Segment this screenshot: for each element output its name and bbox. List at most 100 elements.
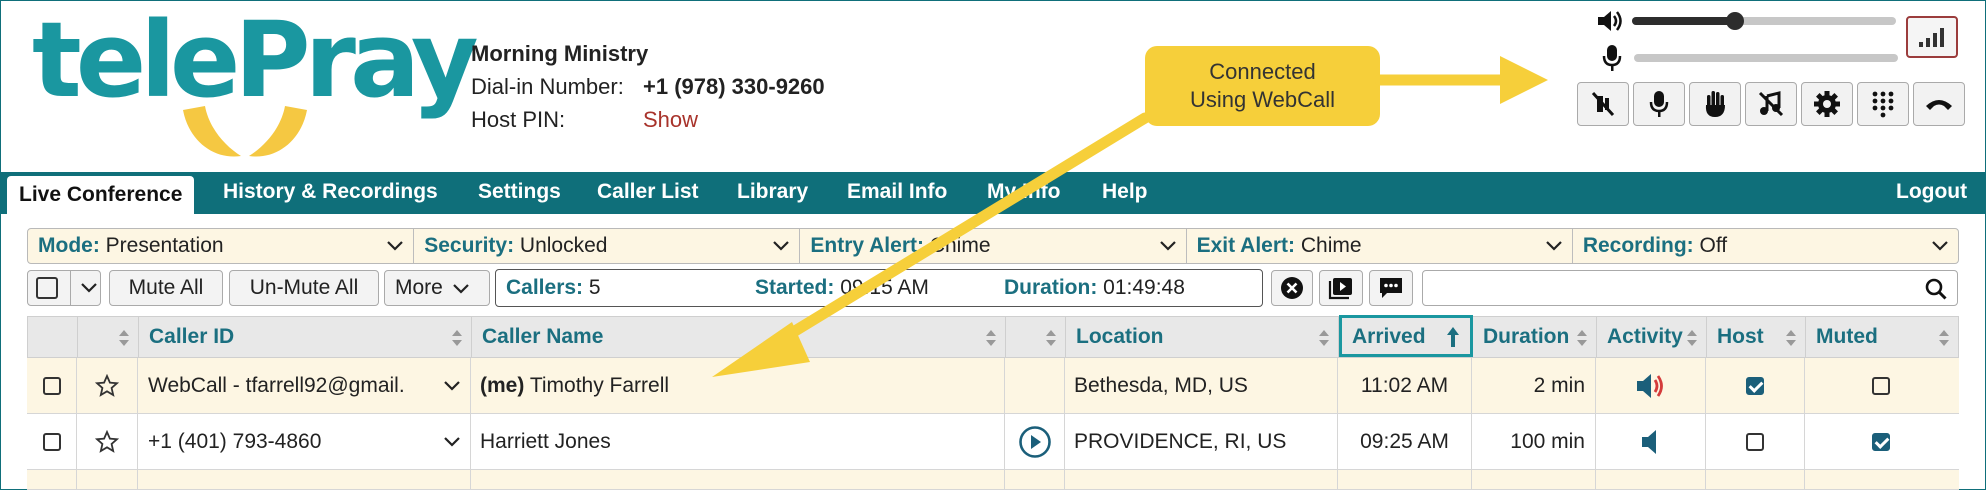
- header-activity[interactable]: Activity: [1597, 317, 1707, 357]
- sort-icon: [452, 330, 462, 346]
- call-duration: 100 min: [1510, 430, 1585, 453]
- microphone-button[interactable]: [1633, 82, 1685, 126]
- header-duration[interactable]: Duration: [1473, 317, 1597, 357]
- divider: [69, 271, 71, 306]
- header-caller-name[interactable]: Caller Name: [472, 317, 1006, 357]
- tab-live-conference[interactable]: Live Conference: [7, 176, 195, 214]
- arrived-cell: [1338, 470, 1472, 489]
- music-off-button[interactable]: [1745, 82, 1797, 126]
- security-select[interactable]: Security: Unlocked: [414, 229, 801, 263]
- row-select-cell: [27, 358, 77, 413]
- connection-quality-button[interactable]: [1906, 16, 1958, 58]
- microphone-icon: [1602, 45, 1622, 71]
- caller-id: WebCall - tfarrell92@gmail.: [148, 374, 405, 397]
- chevron-down-icon: [387, 241, 403, 251]
- header-arrived[interactable]: Arrived: [1339, 315, 1473, 357]
- hang-up-button[interactable]: [1913, 82, 1965, 126]
- tab-settings[interactable]: Settings: [478, 180, 561, 204]
- raise-hand-button[interactable]: [1689, 82, 1741, 126]
- star-icon[interactable]: [94, 374, 120, 398]
- chat-icon: [1380, 278, 1402, 298]
- header-muted[interactable]: Muted: [1806, 317, 1958, 357]
- header-location[interactable]: Location: [1066, 317, 1339, 357]
- select-all-control: [27, 270, 101, 306]
- callers-label: Callers:: [506, 276, 584, 299]
- more-menu-button[interactable]: More: [384, 270, 490, 306]
- select-all-checkbox[interactable]: [36, 277, 58, 300]
- teleprey-logo[interactable]: telePray: [30, 0, 479, 160]
- chevron-down-icon[interactable]: [80, 283, 97, 294]
- chevron-down-icon: [1932, 241, 1948, 251]
- tab-history-recordings[interactable]: History & Recordings: [223, 180, 438, 204]
- table-row[interactable]: +1 (401) 793-4860 Harriett Jones PROVIDE…: [27, 414, 1959, 470]
- mute-callers-button[interactable]: [1577, 82, 1629, 126]
- chat-button[interactable]: [1369, 270, 1413, 306]
- caller-search-input[interactable]: [1429, 275, 1913, 303]
- tab-caller-list[interactable]: Caller List: [597, 180, 699, 204]
- show-pin-link[interactable]: Show: [643, 103, 698, 136]
- host-checkbox[interactable]: [1746, 433, 1764, 452]
- entry-alert-select[interactable]: Entry Alert: Chime: [800, 229, 1187, 263]
- speaker-icon: [1598, 11, 1622, 31]
- mute-all-button[interactable]: Mute All: [109, 270, 223, 306]
- playback-cell: [1005, 358, 1065, 413]
- playback-cell: [1005, 470, 1065, 489]
- row-checkbox[interactable]: [42, 433, 61, 452]
- muted-checkbox[interactable]: [1872, 433, 1890, 452]
- chevron-down-icon: [1546, 241, 1562, 251]
- caller-id-cell[interactable]: +1 (401) 793-4860: [138, 414, 471, 469]
- star-icon[interactable]: [94, 430, 120, 454]
- speaker-volume-control[interactable]: [1596, 8, 1896, 34]
- header-select-column: [28, 317, 78, 357]
- tab-email-info[interactable]: Email Info: [847, 180, 947, 204]
- exit-alert-select[interactable]: Exit Alert: Chime: [1187, 229, 1573, 263]
- host-checkbox[interactable]: [1746, 377, 1764, 396]
- unmute-all-button[interactable]: Un-Mute All: [229, 270, 379, 306]
- call-toolbar: [1577, 82, 1969, 126]
- settings-button[interactable]: [1801, 82, 1853, 126]
- search-icon[interactable]: [1925, 278, 1947, 300]
- play-circle-icon[interactable]: [1018, 425, 1052, 459]
- speaker-volume-slider[interactable]: [1632, 12, 1896, 30]
- caller-name: Harriett Jones: [480, 430, 611, 453]
- caller-id-cell[interactable]: WebCall - tfarrell92@gmail.: [138, 358, 471, 413]
- callers-table: Caller ID Caller Name Location Arrived D…: [27, 315, 1959, 490]
- call-duration: 2 min: [1533, 374, 1585, 397]
- tab-help[interactable]: Help: [1102, 180, 1148, 204]
- logout-link[interactable]: Logout: [1896, 180, 1967, 204]
- table-row[interactable]: [27, 470, 1959, 490]
- muted-cell: [1805, 414, 1957, 469]
- sort-ascending-icon: [1447, 327, 1459, 347]
- mode-select[interactable]: Mode: Presentation: [28, 229, 415, 263]
- end-conference-button[interactable]: [1271, 270, 1313, 306]
- mic-volume-control[interactable]: [1600, 43, 1898, 73]
- sort-icon: [1319, 330, 1329, 346]
- tab-my-info[interactable]: My Info: [987, 180, 1061, 204]
- recording-select[interactable]: Recording: Off: [1573, 229, 1958, 263]
- signal-strength-icon: [1919, 28, 1944, 47]
- sort-icon: [1687, 330, 1697, 346]
- chevron-down-icon[interactable]: [444, 437, 460, 447]
- playlist-button[interactable]: [1319, 270, 1363, 306]
- mode-value: Presentation: [105, 234, 224, 257]
- muted-callers-icon: [1591, 91, 1615, 117]
- chevron-down-icon: [773, 241, 790, 251]
- location: Bethesda, MD, US: [1074, 374, 1248, 397]
- host-cell: [1706, 358, 1805, 413]
- tab-library[interactable]: Library: [737, 180, 808, 204]
- header-star-column[interactable]: [78, 317, 139, 357]
- header-playback-column[interactable]: [1006, 317, 1066, 357]
- recording-label: Recording:: [1582, 234, 1694, 257]
- location-cell: PROVIDENCE, RI, US: [1065, 414, 1338, 469]
- chevron-down-icon[interactable]: [444, 381, 460, 391]
- speaker-volume-knob[interactable]: [1725, 12, 1744, 30]
- row-checkbox[interactable]: [42, 377, 61, 396]
- muted-checkbox[interactable]: [1872, 377, 1890, 396]
- header-host[interactable]: Host: [1707, 317, 1806, 357]
- sort-icon: [119, 330, 129, 346]
- header-muted-label: Muted: [1816, 325, 1878, 348]
- header-caller-id[interactable]: Caller ID: [139, 317, 472, 357]
- table-row[interactable]: WebCall - tfarrell92@gmail. (me) Timothy…: [27, 358, 1959, 414]
- mode-label: Mode:: [38, 234, 100, 257]
- dialpad-button[interactable]: [1857, 82, 1909, 126]
